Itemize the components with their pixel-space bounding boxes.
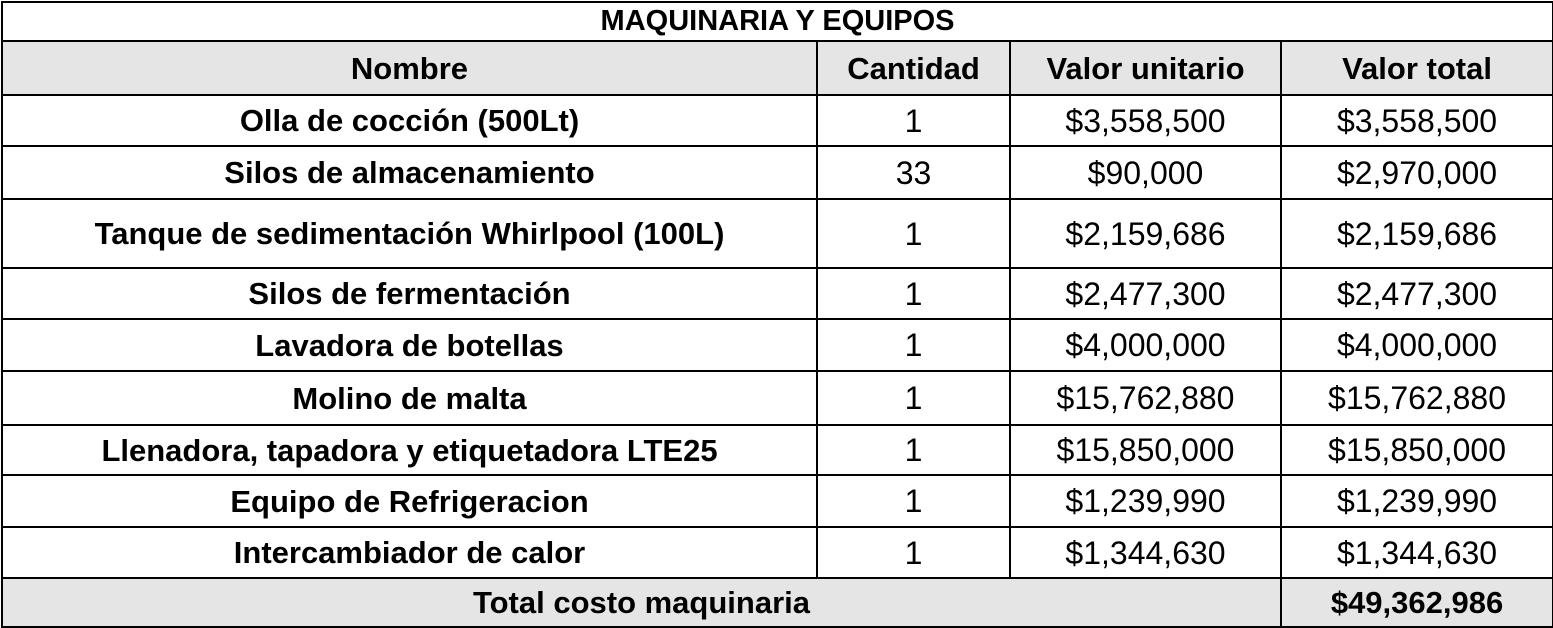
- item-unit-value: $1,344,630: [1009, 526, 1282, 579]
- item-total-value: $2,477,300: [1279, 267, 1553, 320]
- header-row: Nombre Cantidad Valor unitario Valor tot…: [1, 40, 1553, 96]
- item-quantity: 33: [816, 145, 1011, 200]
- item-name: Molino de malta: [1, 370, 818, 426]
- item-quantity: 1: [816, 267, 1011, 320]
- item-total-value: $1,239,990: [1279, 474, 1553, 528]
- total-value: $49,362,986: [1279, 577, 1553, 628]
- total-row: Total costo maquinaria $49,362,986: [1, 577, 1553, 628]
- item-quantity: 1: [816, 424, 1011, 476]
- item-total-value: $2,159,686: [1279, 198, 1553, 269]
- table-row: Intercambiador de calor 1 $1,344,630 $1,…: [1, 526, 1553, 579]
- item-quantity: 1: [816, 370, 1011, 426]
- table-row: Silos de fermentación 1 $2,477,300 $2,47…: [1, 267, 1553, 320]
- item-name: Llenadora, tapadora y etiquetadora LTE25: [1, 424, 818, 476]
- item-unit-value: $3,558,500: [1009, 94, 1282, 147]
- table-row: Lavadora de botellas 1 $4,000,000 $4,000…: [1, 318, 1553, 372]
- item-quantity: 1: [816, 94, 1011, 147]
- item-quantity: 1: [816, 526, 1011, 579]
- table-row: Silos de almacenamiento 33 $90,000 $2,97…: [1, 145, 1553, 200]
- table-row: Tanque de sedimentación Whirlpool (100L)…: [1, 198, 1553, 269]
- item-total-value: $1,344,630: [1279, 526, 1553, 579]
- table-row: Molino de malta 1 $15,762,880 $15,762,88…: [1, 370, 1553, 426]
- header-quantity: Cantidad: [816, 40, 1011, 96]
- total-label: Total costo maquinaria: [1, 577, 1282, 628]
- table-row: Equipo de Refrigeracion 1 $1,239,990 $1,…: [1, 474, 1553, 528]
- item-unit-value: $90,000: [1009, 145, 1282, 200]
- header-unit-value: Valor unitario: [1009, 40, 1282, 96]
- table-row: Olla de cocción (500Lt) 1 $3,558,500 $3,…: [1, 94, 1553, 147]
- item-name: Intercambiador de calor: [1, 526, 818, 579]
- title-row: MAQUINARIA Y EQUIPOS: [0, 1, 1553, 42]
- item-name: Silos de fermentación: [1, 267, 818, 320]
- header-name: Nombre: [1, 40, 818, 96]
- item-unit-value: $1,239,990: [1009, 474, 1282, 528]
- item-unit-value: $15,850,000: [1009, 424, 1282, 476]
- item-total-value: $15,850,000: [1279, 424, 1553, 476]
- item-name: Olla de cocción (500Lt): [1, 94, 818, 147]
- item-total-value: $4,000,000: [1279, 318, 1553, 372]
- table-row: Llenadora, tapadora y etiquetadora LTE25…: [1, 424, 1553, 476]
- item-total-value: $15,762,880: [1279, 370, 1553, 426]
- item-unit-value: $15,762,880: [1009, 370, 1282, 426]
- item-name: Equipo de Refrigeracion: [1, 474, 818, 528]
- item-quantity: 1: [816, 474, 1011, 528]
- item-unit-value: $2,477,300: [1009, 267, 1282, 320]
- item-unit-value: $4,000,000: [1009, 318, 1282, 372]
- item-name: Silos de almacenamiento: [1, 145, 818, 200]
- item-quantity: 1: [816, 198, 1011, 269]
- item-name: Lavadora de botellas: [1, 318, 818, 372]
- item-total-value: $2,970,000: [1279, 145, 1553, 200]
- item-unit-value: $2,159,686: [1009, 198, 1282, 269]
- table-title: MAQUINARIA Y EQUIPOS: [0, 1, 1553, 42]
- header-total-value: Valor total: [1279, 40, 1553, 96]
- item-quantity: 1: [816, 318, 1011, 372]
- item-name: Tanque de sedimentación Whirlpool (100L): [1, 198, 818, 269]
- item-total-value: $3,558,500: [1279, 94, 1553, 147]
- machinery-table: MAQUINARIA Y EQUIPOS Nombre Cantidad Val…: [0, 1, 1553, 628]
